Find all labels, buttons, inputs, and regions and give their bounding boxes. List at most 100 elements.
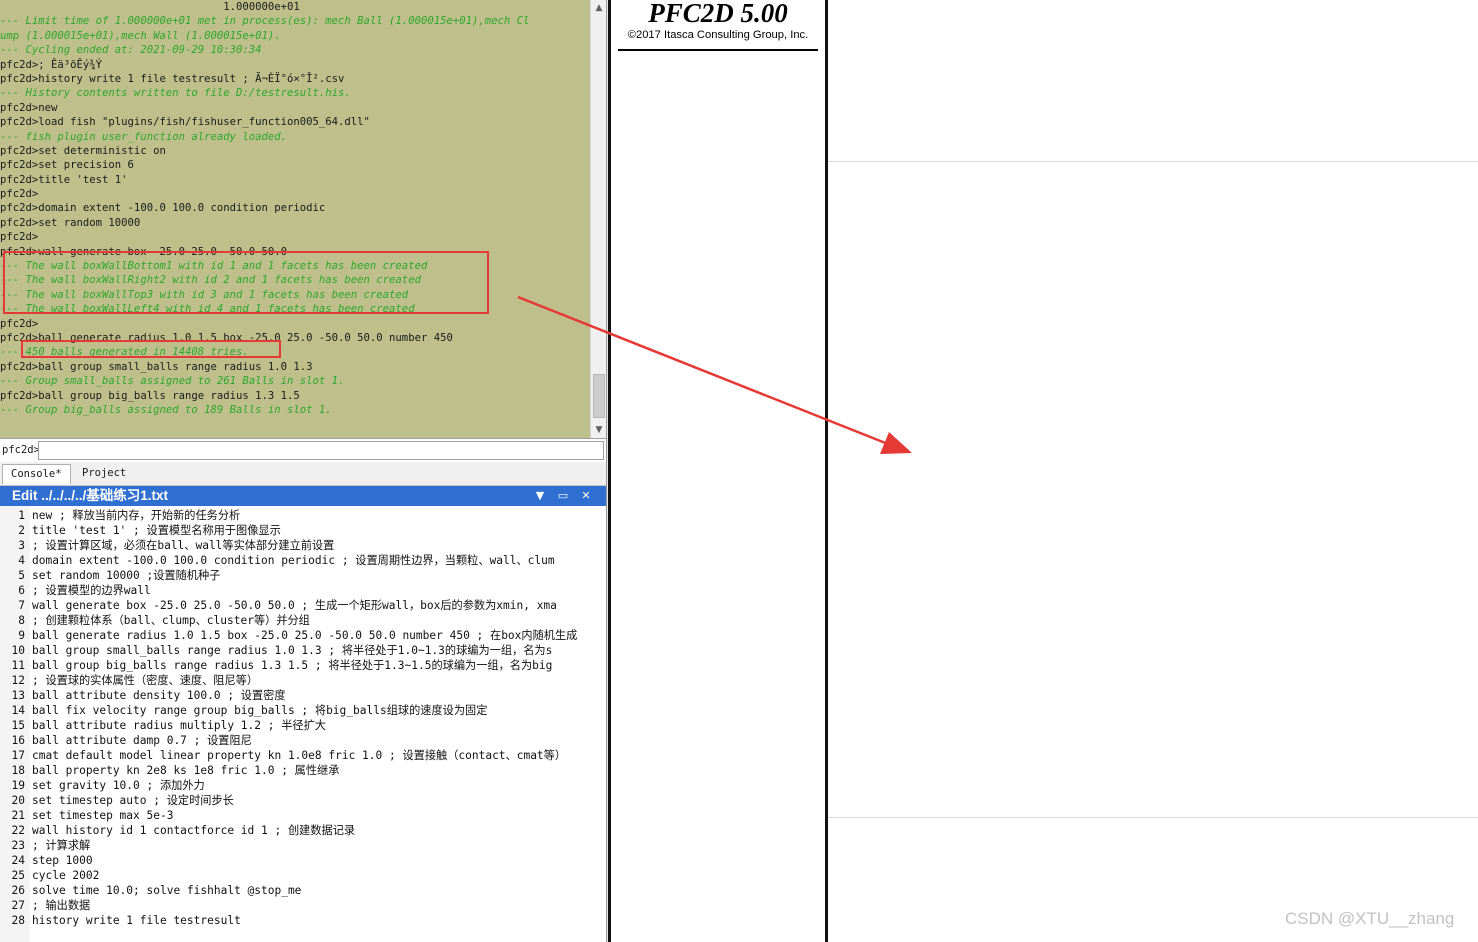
plot-view-area[interactable] bbox=[828, 0, 1478, 942]
line-number: 19 bbox=[11, 779, 25, 792]
editor-line[interactable]: 21 set timestep max 5e-3 bbox=[0, 808, 606, 823]
line-text: set random 10000 ;设置随机种子 bbox=[32, 569, 221, 582]
guide-line-bottom bbox=[828, 817, 1478, 818]
line-number: 21 bbox=[11, 809, 25, 822]
line-text: set timestep max 5e-3 bbox=[32, 809, 174, 822]
editor-line[interactable]: 27 ; 输出数据 bbox=[0, 898, 606, 913]
editor-line[interactable]: 28 history write 1 file testresult bbox=[0, 913, 606, 928]
line-text: ball generate radius 1.0 1.5 box -25.0 2… bbox=[32, 629, 578, 642]
editor-line[interactable]: 5 set random 10000 ;设置随机种子 bbox=[0, 568, 606, 583]
line-number: 4 bbox=[18, 554, 25, 567]
console-line: pfc2d>title 'test 1' bbox=[0, 173, 128, 186]
editor-line[interactable]: 10 ball group small_balls range radius 1.… bbox=[0, 643, 606, 658]
line-text: ball group big_balls range radius 1.3 1.… bbox=[32, 659, 553, 672]
line-text: ball attribute radius multiply 1.2 ; 半径扩… bbox=[32, 719, 326, 732]
line-number: 25 bbox=[11, 869, 25, 882]
console-line: 1.000000e+01 bbox=[0, 1, 300, 13]
highlight-box-balls bbox=[21, 340, 281, 358]
line-text: ball group small_balls range radius 1.0 … bbox=[32, 644, 553, 657]
console-line: --- Group big_balls assigned to 189 Ball… bbox=[0, 403, 332, 416]
editor-title-bar: Edit ../../../../基础练习1.txt ▼ ▭ ✕ bbox=[0, 486, 606, 506]
close-icon[interactable]: ✕ bbox=[578, 486, 594, 506]
line-number: 10 bbox=[11, 644, 25, 657]
editor-line[interactable]: 8 ; 创建颗粒体系（ball、clump、cluster等）并分组 bbox=[0, 613, 606, 628]
scroll-thumb[interactable] bbox=[593, 374, 605, 418]
console-line: pfc2d>; Êä³öÊý¾Ý bbox=[0, 58, 103, 71]
editor-line[interactable]: 11 ball group big_balls range radius 1.3 … bbox=[0, 658, 606, 673]
console-output[interactable]: 1.000000e+01 --- Limit time of 1.000000e+… bbox=[0, 0, 590, 438]
console-line: pfc2d>history write 1 file testresult ; … bbox=[0, 72, 345, 85]
line-number: 13 bbox=[11, 689, 25, 702]
editor-line[interactable]: 18 ball property kn 2e8 ks 1e8 fric 1.0 ;… bbox=[0, 763, 606, 778]
editor-line[interactable]: 22 wall history id 1 contactforce id 1 ; … bbox=[0, 823, 606, 838]
editor-line[interactable]: 17 cmat default model linear property kn … bbox=[0, 748, 606, 763]
editor-line[interactable]: 24 step 1000 bbox=[0, 853, 606, 868]
line-number: 5 bbox=[18, 569, 25, 582]
line-text: ; 计算求解 bbox=[32, 839, 91, 852]
line-text: ; 设置模型的边界wall bbox=[32, 584, 151, 597]
editor-line[interactable]: 23 ; 计算求解 bbox=[0, 838, 606, 853]
restore-icon[interactable]: ▭ bbox=[555, 486, 571, 506]
line-text: step 1000 bbox=[32, 854, 93, 867]
console-line: pfc2d>set deterministic on bbox=[0, 144, 166, 157]
console-line: pfc2d> bbox=[0, 317, 39, 330]
editor-line[interactable]: 1 new ; 释放当前内存，开始新的任务分析 bbox=[0, 508, 606, 523]
editor-line[interactable]: 20 set timestep auto ; 设定时间步长 bbox=[0, 793, 606, 808]
console-line: --- Cycling ended at: 2021-09-29 10:30:3… bbox=[0, 44, 262, 57]
editor-line[interactable]: 2 title 'test 1' ; 设置模型名称用于图像显示 bbox=[0, 523, 606, 538]
editor-line[interactable]: 6 ; 设置模型的边界wall bbox=[0, 583, 606, 598]
command-input[interactable] bbox=[38, 441, 604, 460]
editor-line[interactable]: 7 wall generate box -25.0 25.0 -50.0 50.0… bbox=[0, 598, 606, 613]
line-number: 27 bbox=[11, 899, 25, 912]
editor-line[interactable]: 9 ball generate radius 1.0 1.5 box -25.0 … bbox=[0, 628, 606, 643]
scroll-down-icon[interactable]: ▼ bbox=[591, 422, 607, 438]
scroll-up-icon[interactable]: ▲ bbox=[591, 0, 607, 16]
script-editor[interactable]: 1 new ; 释放当前内存，开始新的任务分析 2 title 'test 1' ; … bbox=[0, 506, 606, 942]
editor-line[interactable]: 26 solve time 10.0; solve fishhalt @stop_… bbox=[0, 883, 606, 898]
editor-line[interactable]: 16 ball attribute damp 0.7 ; 设置阻尼 bbox=[0, 733, 606, 748]
line-text: ; 设置球的实体属性（密度、速度、阻尼等） bbox=[32, 674, 259, 687]
line-text: solve time 10.0; solve fishhalt @stop_me bbox=[32, 884, 302, 897]
editor-line[interactable]: 3 ; 设置计算区域，必须在ball、wall等实体部分建立前设置 bbox=[0, 538, 606, 553]
line-text: cmat default model linear property kn 1.… bbox=[32, 749, 567, 762]
pfc-copyright: ©2017 Itasca Consulting Group, Inc. bbox=[627, 29, 809, 41]
guide-line-top bbox=[828, 161, 1478, 162]
tab-console[interactable]: Console* bbox=[2, 464, 71, 484]
console-line: --- History contents written to file D:/… bbox=[0, 87, 351, 100]
editor-line[interactable]: 14 ball fix velocity range group big_ball… bbox=[0, 703, 606, 718]
editor-line[interactable]: 15 ball attribute radius multiply 1.2 ; 半… bbox=[0, 718, 606, 733]
dropdown-icon[interactable]: ▼ bbox=[532, 486, 548, 506]
console-scrollbar[interactable]: ▲ ▼ bbox=[590, 0, 606, 438]
editor-line[interactable]: 12 ; 设置球的实体属性（密度、速度、阻尼等） bbox=[0, 673, 606, 688]
console-line: pfc2d>load fish "plugins/fish/fishuser_f… bbox=[0, 116, 370, 129]
line-text: ; 创建颗粒体系（ball、clump、cluster等）并分组 bbox=[32, 614, 310, 627]
console-line: pfc2d> bbox=[0, 188, 39, 201]
tab-project[interactable]: Project bbox=[74, 464, 134, 484]
line-number: 24 bbox=[11, 854, 25, 867]
console-line: pfc2d>ball group small_balls range radiu… bbox=[0, 360, 313, 373]
line-number: 7 bbox=[18, 599, 25, 612]
console-line: ump (1.000015e+01),mech Wall (1.000015e+… bbox=[0, 29, 281, 42]
console-line: pfc2d> bbox=[0, 231, 39, 244]
editor-line[interactable]: 19 set gravity 10.0 ; 添加外力 bbox=[0, 778, 606, 793]
line-number: 6 bbox=[18, 584, 25, 597]
command-prompt-bar: pfc2d> bbox=[0, 438, 606, 462]
line-text: ball fix velocity range group big_balls … bbox=[32, 704, 488, 717]
line-number: 26 bbox=[11, 884, 25, 897]
editor-line[interactable]: 25 cycle 2002 bbox=[0, 868, 606, 883]
editor-line[interactable]: 13 ball attribute density 100.0 ; 设置密度 bbox=[0, 688, 606, 703]
line-text: set timestep auto ; 设定时间步长 bbox=[32, 794, 234, 807]
line-number: 9 bbox=[18, 629, 25, 642]
line-number: 11 bbox=[11, 659, 25, 672]
line-number: 23 bbox=[11, 839, 25, 852]
line-text: ; 设置计算区域，必须在ball、wall等实体部分建立前设置 bbox=[32, 539, 335, 552]
pfc-plot-panel: PFC2D 5.00 ©2017 Itasca Consulting Group… bbox=[611, 0, 825, 942]
title-rule bbox=[618, 49, 818, 51]
line-number: 17 bbox=[11, 749, 25, 762]
line-text: ball attribute density 100.0 ; 设置密度 bbox=[32, 689, 286, 702]
line-number: 14 bbox=[11, 704, 25, 717]
console-line: pfc2d>ball group big_balls range radius … bbox=[0, 389, 300, 402]
editor-line[interactable]: 4 domain extent -100.0 100.0 condition pe… bbox=[0, 553, 606, 568]
line-number: 22 bbox=[11, 824, 25, 837]
prompt-label: pfc2d> bbox=[2, 444, 40, 456]
